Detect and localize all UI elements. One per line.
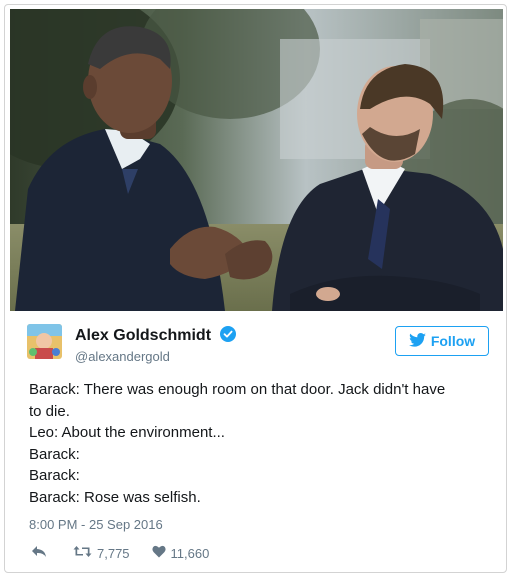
like-button[interactable]: 11,660 xyxy=(151,545,210,561)
avatar[interactable] xyxy=(27,324,62,359)
avatar-image xyxy=(27,324,62,359)
reply-icon xyxy=(31,545,47,561)
user-handle[interactable]: @alexandergold xyxy=(75,349,170,364)
tweet-line: Leo: About the environment... xyxy=(29,424,225,442)
follow-label: Follow xyxy=(430,333,476,349)
retweet-button[interactable]: 7,775 xyxy=(73,545,130,561)
tweet-line: Barack: xyxy=(29,467,80,485)
tweet-line: Barack: Rose was selfish. xyxy=(29,488,201,506)
like-count: 11,660 xyxy=(170,545,210,561)
display-name[interactable]: Alex Goldschmidt xyxy=(75,327,211,344)
tweet-card: Alex Goldschmidt @alexandergold Follow B… xyxy=(4,4,507,573)
retweet-icon xyxy=(73,545,92,561)
tweet-line: to die. xyxy=(29,402,70,420)
tweet-actions: 7,775 11,660 xyxy=(31,544,209,562)
tweet-timestamp[interactable]: 8:00 PM - 25 Sep 2016 xyxy=(29,517,163,532)
tweet-line: Barack: There was enough room on that do… xyxy=(29,381,446,398)
photo-illustration xyxy=(10,9,503,311)
tweet-line: Barack: xyxy=(29,445,80,463)
twitter-bird-icon xyxy=(408,332,426,350)
tweet-photo[interactable] xyxy=(10,9,503,311)
verified-badge-icon xyxy=(220,326,237,347)
reply-button[interactable] xyxy=(31,545,47,561)
retweet-count: 7,775 xyxy=(97,545,130,561)
heart-icon xyxy=(151,545,166,561)
tweet-text: Barack: There was enough room on that do… xyxy=(29,379,499,509)
user-name-row[interactable]: Alex Goldschmidt xyxy=(75,326,237,347)
follow-button[interactable]: Follow xyxy=(395,326,489,356)
